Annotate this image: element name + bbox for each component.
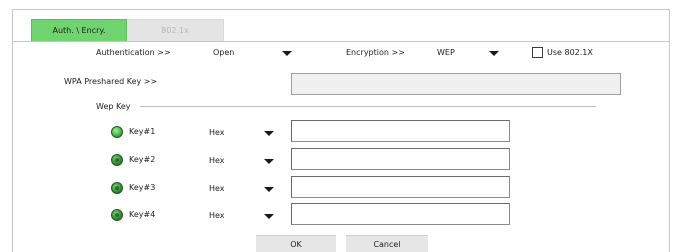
use-8021x-label: Use 802.1X xyxy=(547,48,593,57)
key4-format-select[interactable]: Hex xyxy=(204,207,284,225)
chevron-down-icon xyxy=(264,159,274,164)
encryption-label: Encryption >> xyxy=(346,48,405,57)
key1-input[interactable] xyxy=(291,120,510,142)
key4-label: Key#4 xyxy=(129,210,156,219)
cancel-button[interactable]: Cancel xyxy=(346,235,428,252)
key4-radio[interactable] xyxy=(111,209,123,221)
chevron-down-icon xyxy=(264,187,274,192)
wpa-preshared-key-input[interactable] xyxy=(291,73,621,95)
cancel-button-label: Cancel xyxy=(373,240,401,249)
wep-key-row: Key#4 Hex xyxy=(108,203,528,231)
key3-label: Key#3 xyxy=(129,183,156,192)
key3-format-value: Hex xyxy=(209,184,225,193)
authentication-label: Authentication >> xyxy=(96,48,171,57)
key3-radio[interactable] xyxy=(111,182,123,194)
ok-button-label: OK xyxy=(290,240,302,249)
chevron-down-icon xyxy=(264,131,274,136)
tab-8021x[interactable]: 802.1x xyxy=(127,19,224,41)
tab-auth-encry[interactable]: Auth. \ Encry. xyxy=(31,19,127,41)
encryption-value: WEP xyxy=(437,48,455,57)
wpa-preshared-key-label: WPA Preshared Key >> xyxy=(64,77,158,86)
key2-label: Key#2 xyxy=(129,155,156,164)
key4-format-value: Hex xyxy=(209,211,225,220)
wep-key-group-label: Wep Key xyxy=(96,102,131,111)
authentication-select[interactable]: Open xyxy=(206,44,302,62)
chevron-down-icon xyxy=(282,51,292,56)
key3-input[interactable] xyxy=(291,176,510,198)
chevron-down-icon xyxy=(489,51,499,56)
key2-radio[interactable] xyxy=(111,154,123,166)
key1-label: Key#1 xyxy=(129,127,156,136)
wep-key-row: Key#1 Hex xyxy=(108,120,528,148)
key1-format-select[interactable]: Hex xyxy=(204,124,284,142)
encryption-select[interactable]: WEP xyxy=(430,44,510,62)
wep-key-row: Key#2 Hex xyxy=(108,148,528,176)
key2-format-select[interactable]: Hex xyxy=(204,152,284,170)
wep-key-row: Key#3 Hex xyxy=(108,176,528,204)
tab-auth-encry-label: Auth. \ Encry. xyxy=(52,26,106,35)
use-8021x-checkbox[interactable]: Use 802.1X xyxy=(530,46,600,60)
key4-input[interactable] xyxy=(291,203,510,225)
group-divider xyxy=(140,106,596,107)
key2-input[interactable] xyxy=(291,148,510,170)
key1-radio[interactable] xyxy=(111,126,123,138)
key2-format-value: Hex xyxy=(209,156,225,165)
tab-8021x-label: 802.1x xyxy=(161,26,189,35)
key3-format-select[interactable]: Hex xyxy=(204,180,284,198)
authentication-value: Open xyxy=(213,48,235,57)
chevron-down-icon xyxy=(264,214,274,219)
ok-button[interactable]: OK xyxy=(256,235,336,252)
checkbox-box[interactable] xyxy=(532,47,543,58)
tab-divider xyxy=(12,41,670,42)
key1-format-value: Hex xyxy=(209,128,225,137)
